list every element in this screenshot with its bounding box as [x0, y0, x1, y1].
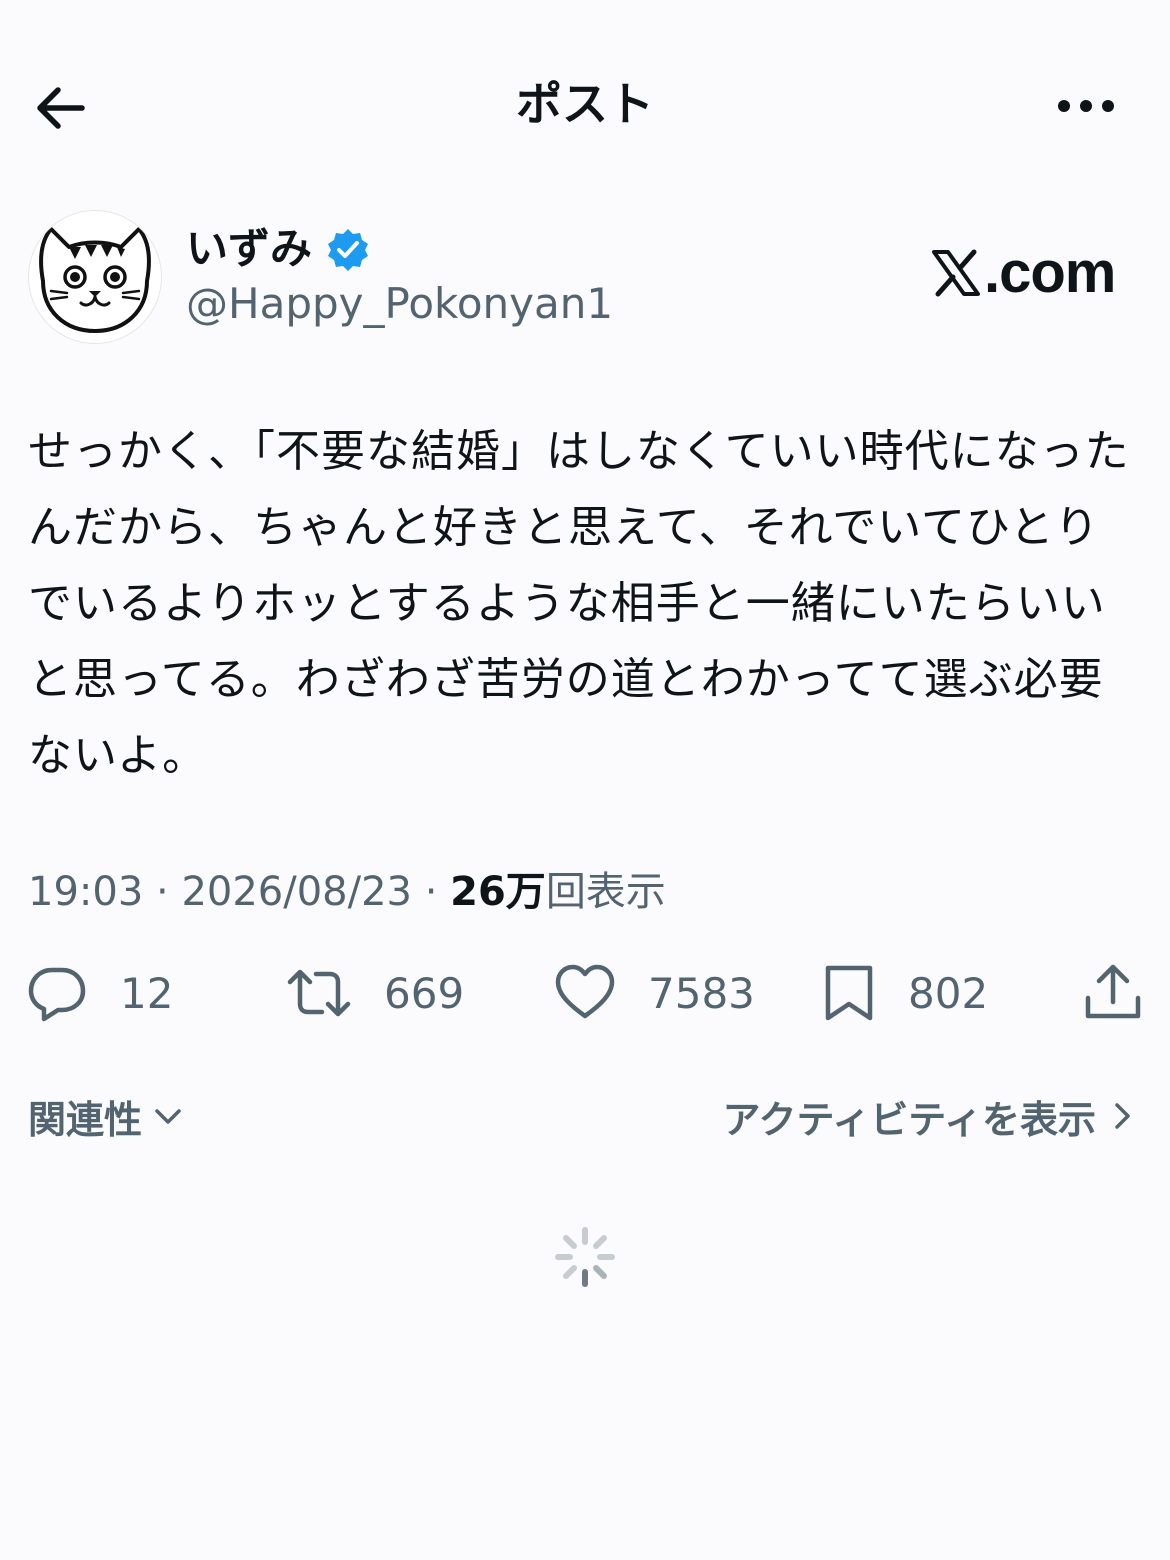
activity-label: アクティビティを表示: [722, 1097, 1096, 1142]
bookmark-count: 802: [908, 968, 989, 1018]
reply-count: 12: [120, 968, 174, 1018]
views-count: 26万: [450, 869, 546, 915]
author-handle[interactable]: @Happy_Pokonyan1: [186, 278, 613, 330]
post-text: せっかく、「不要な結婚」はしなくていい時代になったんだから、ちゃんと好きと思えて…: [28, 426, 1130, 781]
view-activity-link[interactable]: アクティビティを表示: [722, 1088, 1134, 1144]
author-display-name[interactable]: いずみ: [186, 220, 312, 278]
meta-separator: ·: [411, 869, 451, 915]
reply-icon: [26, 962, 88, 1024]
chevron-right-icon: [1110, 1100, 1134, 1132]
cat-avatar-image: [39, 227, 151, 333]
loading-spinner-icon: [554, 1226, 616, 1288]
page-title: ポスト: [516, 77, 654, 131]
repost-icon: [286, 962, 352, 1024]
sort-dropdown[interactable]: 関連性: [28, 1088, 184, 1144]
reply-button[interactable]: 12: [26, 958, 173, 1028]
x-logo-icon: [930, 249, 982, 297]
post-meta: 19:03 · 2026/08/23 · 26万回表示: [28, 862, 666, 922]
x-com-watermark: .com: [930, 238, 1116, 308]
sort-label: 関連性: [28, 1097, 143, 1142]
post-time[interactable]: 19:03: [28, 869, 143, 915]
bookmark-icon: [822, 962, 876, 1024]
post-date[interactable]: 2026/08/23: [181, 869, 412, 915]
like-count: 7583: [648, 968, 755, 1018]
watermark-text: .com: [984, 240, 1116, 305]
heart-icon: [554, 962, 616, 1024]
chevron-down-icon: [152, 1100, 184, 1132]
verified-badge-icon: [326, 227, 370, 271]
bookmark-button[interactable]: 802: [822, 958, 988, 1028]
author-name-row[interactable]: いずみ: [186, 220, 370, 278]
more-options-icon[interactable]: [1052, 84, 1124, 128]
avatar[interactable]: [28, 210, 162, 344]
repost-count: 669: [384, 968, 465, 1018]
share-icon[interactable]: [1082, 962, 1144, 1024]
meta-separator: ·: [143, 869, 182, 915]
views-label: 回表示: [545, 869, 666, 915]
repost-button[interactable]: 669: [286, 958, 464, 1028]
like-button[interactable]: 7583: [554, 958, 755, 1028]
